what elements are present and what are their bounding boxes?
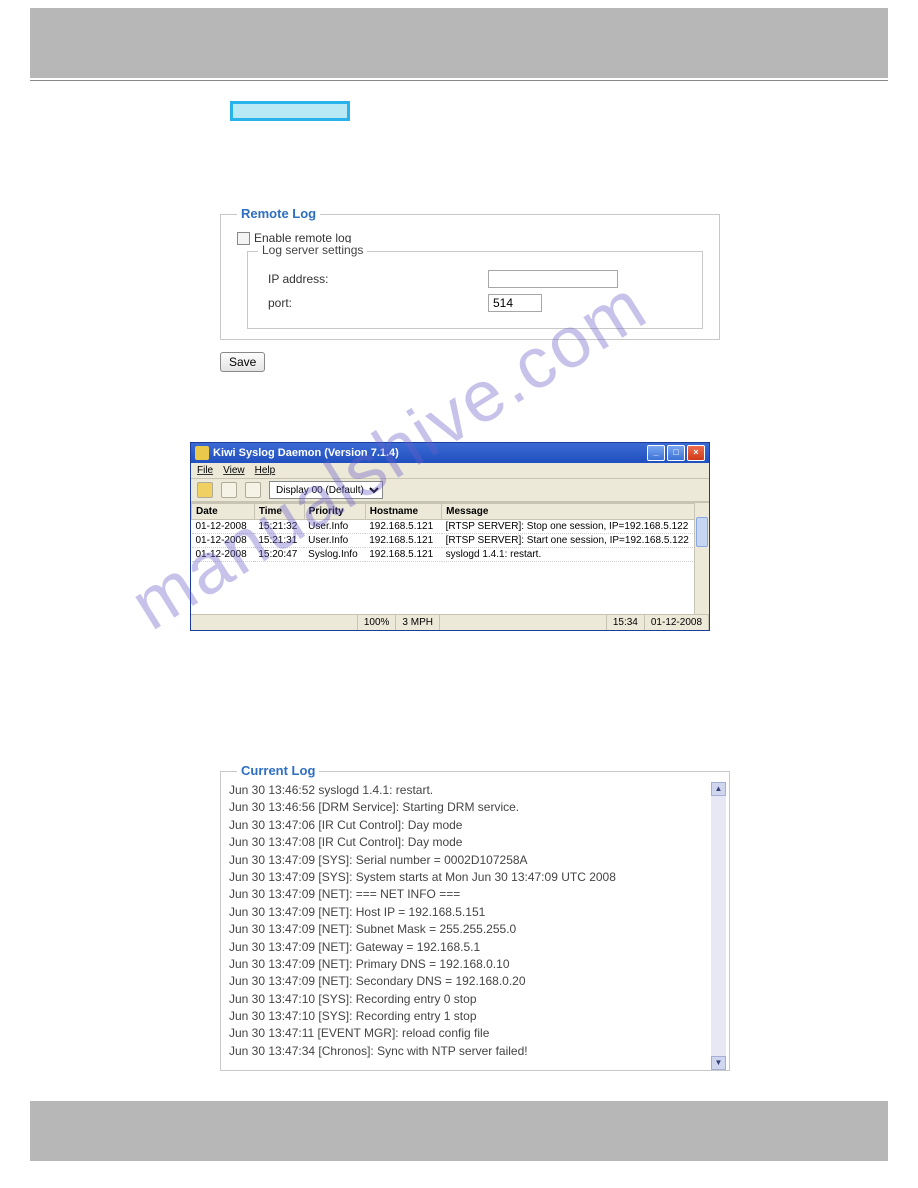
col-date[interactable]: Date — [192, 504, 255, 520]
ip-address-label: IP address: — [268, 272, 488, 286]
status-date: 01-12-2008 — [645, 615, 709, 630]
menu-file[interactable]: File — [197, 465, 213, 476]
log-server-settings-fieldset: Log server settings IP address: port: — [247, 251, 703, 329]
log-entry: Jun 30 13:47:09 [NET]: Host IP = 192.168… — [229, 904, 723, 921]
remote-log-panel: Remote Log Enable remote log Log server … — [220, 214, 720, 340]
ip-address-input[interactable] — [488, 270, 618, 288]
cell-message: [RTSP SERVER]: Start one session, IP=192… — [442, 534, 709, 548]
kiwi-toolbar: Display 00 (Default) — [191, 479, 709, 502]
highlight-box — [230, 101, 350, 121]
cell-priority: User.Info — [304, 534, 365, 548]
log-entry: Jun 30 13:47:09 [NET]: Primary DNS = 192… — [229, 956, 723, 973]
log-entry: Jun 30 13:46:56 [DRM Service]: Starting … — [229, 799, 723, 816]
menu-view[interactable]: View — [223, 465, 245, 476]
cell-date: 01-12-2008 — [192, 534, 255, 548]
minimize-button[interactable]: _ — [647, 445, 665, 461]
table-row[interactable]: 01-12-200815:21:32User.Info192.168.5.121… — [192, 520, 709, 534]
scroll-track[interactable] — [711, 796, 726, 1056]
current-log-list: Jun 30 13:46:52 syslogd 1.4.1: restart.J… — [221, 782, 729, 1060]
scroll-down-icon[interactable]: ▼ — [711, 1056, 726, 1070]
cell-message: [RTSP SERVER]: Stop one session, IP=192.… — [442, 520, 709, 534]
current-log-title: Current Log — [237, 763, 319, 778]
log-entry: Jun 30 13:47:09 [SYS]: Serial number = 0… — [229, 852, 723, 869]
log-entry: Jun 30 13:47:09 [NET]: Secondary DNS = 1… — [229, 973, 723, 990]
log-entry: Jun 30 13:47:11 [EVENT MGR]: reload conf… — [229, 1025, 723, 1042]
save-button[interactable]: Save — [220, 352, 265, 372]
log-entry: Jun 30 13:46:52 syslogd 1.4.1: restart. — [229, 782, 723, 799]
kiwi-menubar: File View Help — [191, 463, 709, 479]
kiwi-syslog-window: Kiwi Syslog Daemon (Version 7.1.4) _ □ ×… — [190, 442, 710, 631]
cell-hostname: 192.168.5.121 — [365, 534, 441, 548]
cell-date: 01-12-2008 — [192, 520, 255, 534]
cell-date: 01-12-2008 — [192, 548, 255, 562]
cell-hostname: 192.168.5.121 — [365, 548, 441, 562]
scroll-up-icon[interactable]: ▲ — [711, 782, 726, 796]
col-message[interactable]: Message — [442, 504, 709, 520]
enable-remote-log-checkbox[interactable] — [237, 232, 250, 245]
cell-time: 15:21:31 — [254, 534, 304, 548]
log-entry: Jun 30 13:47:06 [IR Cut Control]: Day mo… — [229, 817, 723, 834]
log-entry: Jun 30 13:47:34 [Chronos]: Sync with NTP… — [229, 1043, 723, 1060]
maximize-button[interactable]: □ — [667, 445, 685, 461]
toolbar-icon-2[interactable] — [245, 482, 261, 498]
col-hostname[interactable]: Hostname — [365, 504, 441, 520]
log-entry: Jun 30 13:47:08 [IR Cut Control]: Day mo… — [229, 834, 723, 851]
page-header-bar — [30, 8, 888, 78]
log-entry: Jun 30 13:47:09 [NET]: === NET INFO === — [229, 886, 723, 903]
cell-time: 15:21:32 — [254, 520, 304, 534]
table-row[interactable]: 01-12-200815:20:47Syslog.Info192.168.5.1… — [192, 548, 709, 562]
status-time: 15:34 — [607, 615, 645, 630]
cell-message: syslogd 1.4.1: restart. — [442, 548, 709, 562]
kiwi-app-icon — [195, 446, 209, 460]
remote-log-title: Remote Log — [237, 206, 320, 221]
cell-time: 15:20:47 — [254, 548, 304, 562]
kiwi-scroll-thumb[interactable] — [696, 517, 708, 547]
port-input[interactable] — [488, 294, 542, 312]
lock-icon[interactable] — [197, 482, 213, 498]
page-footer-bar — [30, 1101, 888, 1161]
kiwi-window-title: Kiwi Syslog Daemon (Version 7.1.4) — [213, 447, 399, 459]
log-entry: Jun 30 13:47:10 [SYS]: Recording entry 1… — [229, 1008, 723, 1025]
cell-priority: User.Info — [304, 520, 365, 534]
kiwi-log-grid: Date Time Priority Hostname Message 01-1… — [191, 502, 709, 614]
status-pct: 100% — [358, 615, 397, 630]
log-entry: Jun 30 13:47:09 [NET]: Gateway = 192.168… — [229, 939, 723, 956]
current-log-scrollbar[interactable]: ▲ ▼ — [711, 782, 726, 1070]
port-label: port: — [268, 296, 488, 310]
toolbar-icon-1[interactable] — [221, 482, 237, 498]
log-entry: Jun 30 13:47:10 [SYS]: Recording entry 0… — [229, 991, 723, 1008]
cell-priority: Syslog.Info — [304, 548, 365, 562]
log-entry: Jun 30 13:47:09 [NET]: Subnet Mask = 255… — [229, 921, 723, 938]
kiwi-titlebar: Kiwi Syslog Daemon (Version 7.1.4) _ □ × — [191, 443, 709, 463]
kiwi-scrollbar[interactable] — [694, 503, 709, 614]
table-row[interactable]: 01-12-200815:21:31User.Info192.168.5.121… — [192, 534, 709, 548]
col-priority[interactable]: Priority — [304, 504, 365, 520]
status-mph: 3 MPH — [396, 615, 440, 630]
close-button[interactable]: × — [687, 445, 705, 461]
menu-help[interactable]: Help — [255, 465, 276, 476]
col-time[interactable]: Time — [254, 504, 304, 520]
log-entry: Jun 30 13:47:09 [SYS]: System starts at … — [229, 869, 723, 886]
display-select[interactable]: Display 00 (Default) — [269, 481, 383, 499]
kiwi-statusbar: 100% 3 MPH 15:34 01-12-2008 — [191, 614, 709, 630]
current-log-panel: Current Log Jun 30 13:46:52 syslogd 1.4.… — [220, 771, 730, 1071]
cell-hostname: 192.168.5.121 — [365, 520, 441, 534]
log-server-settings-legend: Log server settings — [258, 243, 367, 257]
